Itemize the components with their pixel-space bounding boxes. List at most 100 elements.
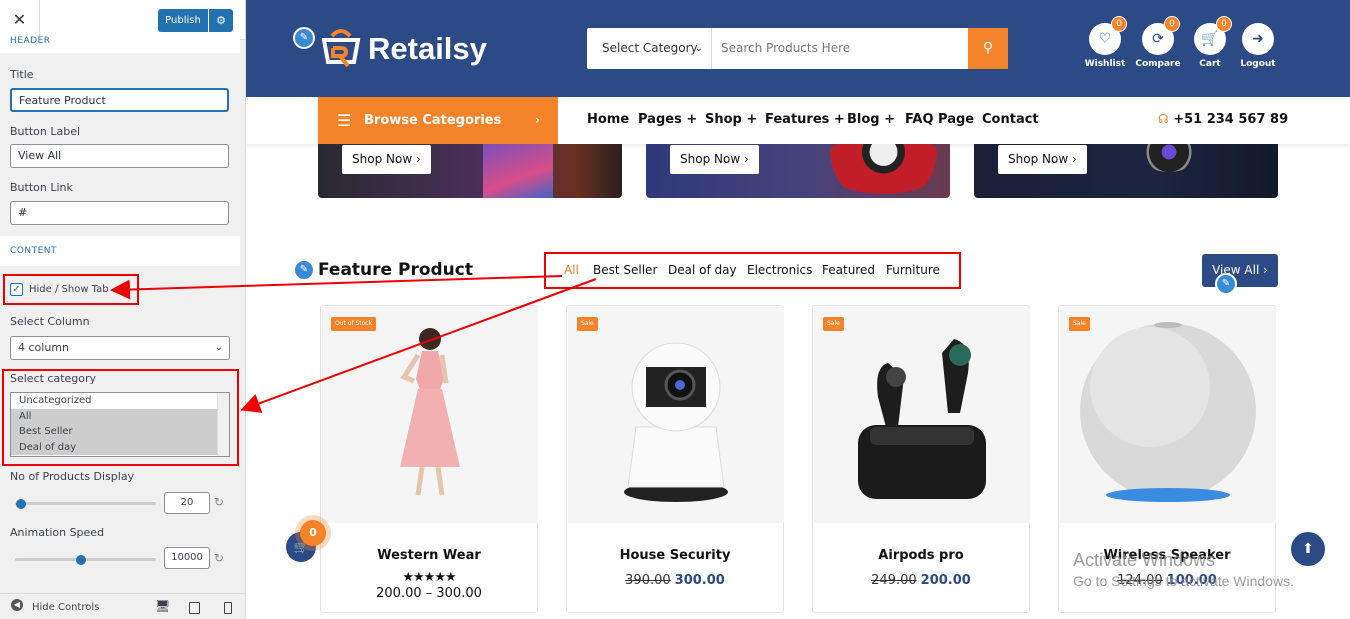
cart-label[interactable]: Cart <box>1185 59 1235 69</box>
wishlist-label[interactable]: Wishlist <box>1080 59 1130 69</box>
product-image[interactable]: Out of Stock <box>322 307 538 523</box>
headset-icon: ☊ <box>1158 112 1169 126</box>
arrow-up-icon: ⬆ <box>1302 541 1314 557</box>
product-name[interactable]: Western Wear <box>321 548 537 563</box>
animation-speed-input[interactable]: 10000 <box>164 547 210 569</box>
button-label-label: Button Label <box>10 125 81 138</box>
reset-icon[interactable]: ↻ <box>214 551 224 565</box>
compare-count-badge: 0 <box>1164 16 1180 32</box>
product-status-badge: Sale <box>823 317 844 331</box>
edit-pencil-icon[interactable]: ✎ <box>1215 273 1237 295</box>
search-icon: ⚲ <box>982 40 994 56</box>
search-input[interactable]: Search Products Here <box>721 28 850 69</box>
phone-number: +51 234 567 89 <box>1173 112 1289 127</box>
search-bar: Select Category ⌄ Search Products Here ⚲ <box>587 28 1008 69</box>
mobile-preview-icon[interactable] <box>224 602 232 614</box>
animation-speed-slider-handle[interactable] <box>76 555 86 565</box>
smart-speaker-image <box>1080 322 1256 502</box>
scroll-to-top-button[interactable]: ⬆ <box>1291 532 1325 566</box>
nav-home[interactable]: Home <box>587 112 629 127</box>
product-status-badge: Sale <box>577 317 598 331</box>
title-input[interactable]: Feature Product <box>10 88 229 112</box>
heart-icon: ♡ <box>1098 31 1112 47</box>
annotation-box <box>3 274 139 305</box>
search-button[interactable]: ⚲ <box>968 28 1008 69</box>
product-image[interactable]: Sale <box>1060 307 1276 523</box>
product-name[interactable]: House Security <box>567 548 783 563</box>
button-label-input[interactable]: View All <box>10 144 229 168</box>
product-card[interactable]: Sale Airpods pro 249.00 200.00 <box>812 305 1030 613</box>
shop-now-button[interactable]: Shop Now › <box>670 145 759 174</box>
customizer-footer: ◀ Hide Controls 🖥 <box>0 593 245 619</box>
nav-faq[interactable]: FAQ Page <box>905 112 974 127</box>
header-phone[interactable]: ☊ +51 234 567 89 <box>1158 112 1288 127</box>
shop-now-button[interactable]: Shop Now › <box>342 145 431 174</box>
floating-cart-button[interactable]: 🛒 0 <box>286 520 326 562</box>
desktop-preview-icon[interactable]: 🖥 <box>155 599 170 613</box>
nav-pages[interactable]: Pages + <box>638 112 697 127</box>
site-preview: Retailsy ✎ Select Category ⌄ Search Prod… <box>246 0 1350 619</box>
search-category-select[interactable]: Select Category ⌄ <box>587 28 712 69</box>
banner-speaker-image <box>821 144 946 194</box>
wishlist-button[interactable]: ♡ 0 <box>1089 16 1127 55</box>
product-image[interactable]: Sale <box>568 307 784 523</box>
windows-activation-watermark: Activate Windows Go to Settings to activ… <box>1073 550 1294 589</box>
section-title: Feature Product <box>318 260 473 280</box>
publish-button[interactable]: Publish <box>158 9 208 32</box>
watermark-subtitle: Go to Settings to activate Windows. <box>1073 573 1294 589</box>
product-old-price: 249.00 <box>871 573 917 588</box>
browse-categories-label: Browse Categories <box>364 113 502 128</box>
tablet-preview-icon[interactable] <box>189 602 200 614</box>
chevron-right-icon: › <box>535 113 540 127</box>
no-of-products-label: No of Products Display <box>10 470 135 483</box>
logout-label[interactable]: Logout <box>1233 59 1283 69</box>
product-name[interactable]: Airpods pro <box>813 548 1029 563</box>
edit-pencil-icon[interactable]: ✎ <box>293 27 315 49</box>
shop-now-button[interactable]: Shop Now › <box>998 145 1087 174</box>
product-image[interactable]: Sale <box>814 307 1030 523</box>
site-logo[interactable]: Retailsy <box>318 24 487 74</box>
button-link-input[interactable]: # <box>10 201 229 225</box>
close-icon[interactable]: ✕ <box>0 0 40 40</box>
logo-bag-icon <box>321 29 361 68</box>
product-sale-price: 200.00 <box>920 573 971 588</box>
gear-icon[interactable]: ⚙ <box>209 9 233 32</box>
hide-controls-icon[interactable]: ◀ <box>11 599 23 611</box>
select-column-value: 4 column <box>18 341 69 354</box>
nav-contact[interactable]: Contact <box>982 112 1039 127</box>
cart-button[interactable]: 🛒 0 <box>1194 16 1232 55</box>
logout-button[interactable]: ➜ <box>1242 23 1274 55</box>
nav-shop[interactable]: Shop + <box>705 112 757 127</box>
product-card[interactable]: Sale House Security 390.00 300.00 <box>566 305 784 613</box>
nav-blog[interactable]: Blog + <box>847 112 895 127</box>
title-label: Title <box>10 68 34 81</box>
compare-button[interactable]: ⟳ 0 <box>1142 16 1180 55</box>
promo-banner[interactable]: Shop Now › <box>974 144 1278 198</box>
watermark-title: Activate Windows <box>1073 550 1216 570</box>
product-status-badge: Out of Stock <box>331 317 377 331</box>
edit-pencil-icon[interactable]: ✎ <box>293 259 315 281</box>
wishlist-count-badge: 0 <box>1111 16 1127 32</box>
product-price: 249.00 200.00 <box>813 573 1029 588</box>
brand-name: Retailsy <box>368 31 487 66</box>
browse-categories-button[interactable]: ☰ Browse Categories › <box>318 97 558 144</box>
product-rating: ★★★★★ <box>402 570 456 585</box>
nav-features[interactable]: Features + <box>765 112 845 127</box>
earbuds-image <box>858 339 986 499</box>
compare-label[interactable]: Compare <box>1133 59 1183 69</box>
refresh-icon: ⟳ <box>1152 31 1164 47</box>
animation-speed-label: Animation Speed <box>10 526 105 539</box>
no-of-products-slider[interactable] <box>15 502 156 505</box>
banner-camera-image <box>1139 144 1199 172</box>
select-column-dropdown[interactable]: 4 column ⌄ <box>10 336 230 360</box>
no-of-products-input[interactable]: 20 <box>164 492 210 514</box>
product-card[interactable]: Out of Stock Western Wear ★★★★★ 200.00 –… <box>320 305 538 613</box>
promo-banner[interactable]: Shop Now › <box>646 144 950 198</box>
reset-icon[interactable]: ↻ <box>214 495 224 509</box>
product-sale-price: 300.00 <box>674 573 725 588</box>
search-category-value: Select Category <box>602 41 698 55</box>
hide-controls-button[interactable]: Hide Controls <box>32 602 99 613</box>
no-of-products-slider-handle[interactable] <box>16 499 26 509</box>
view-all-button[interactable]: View All › <box>1202 254 1278 287</box>
promo-banner[interactable]: Shop Now › <box>318 144 622 198</box>
